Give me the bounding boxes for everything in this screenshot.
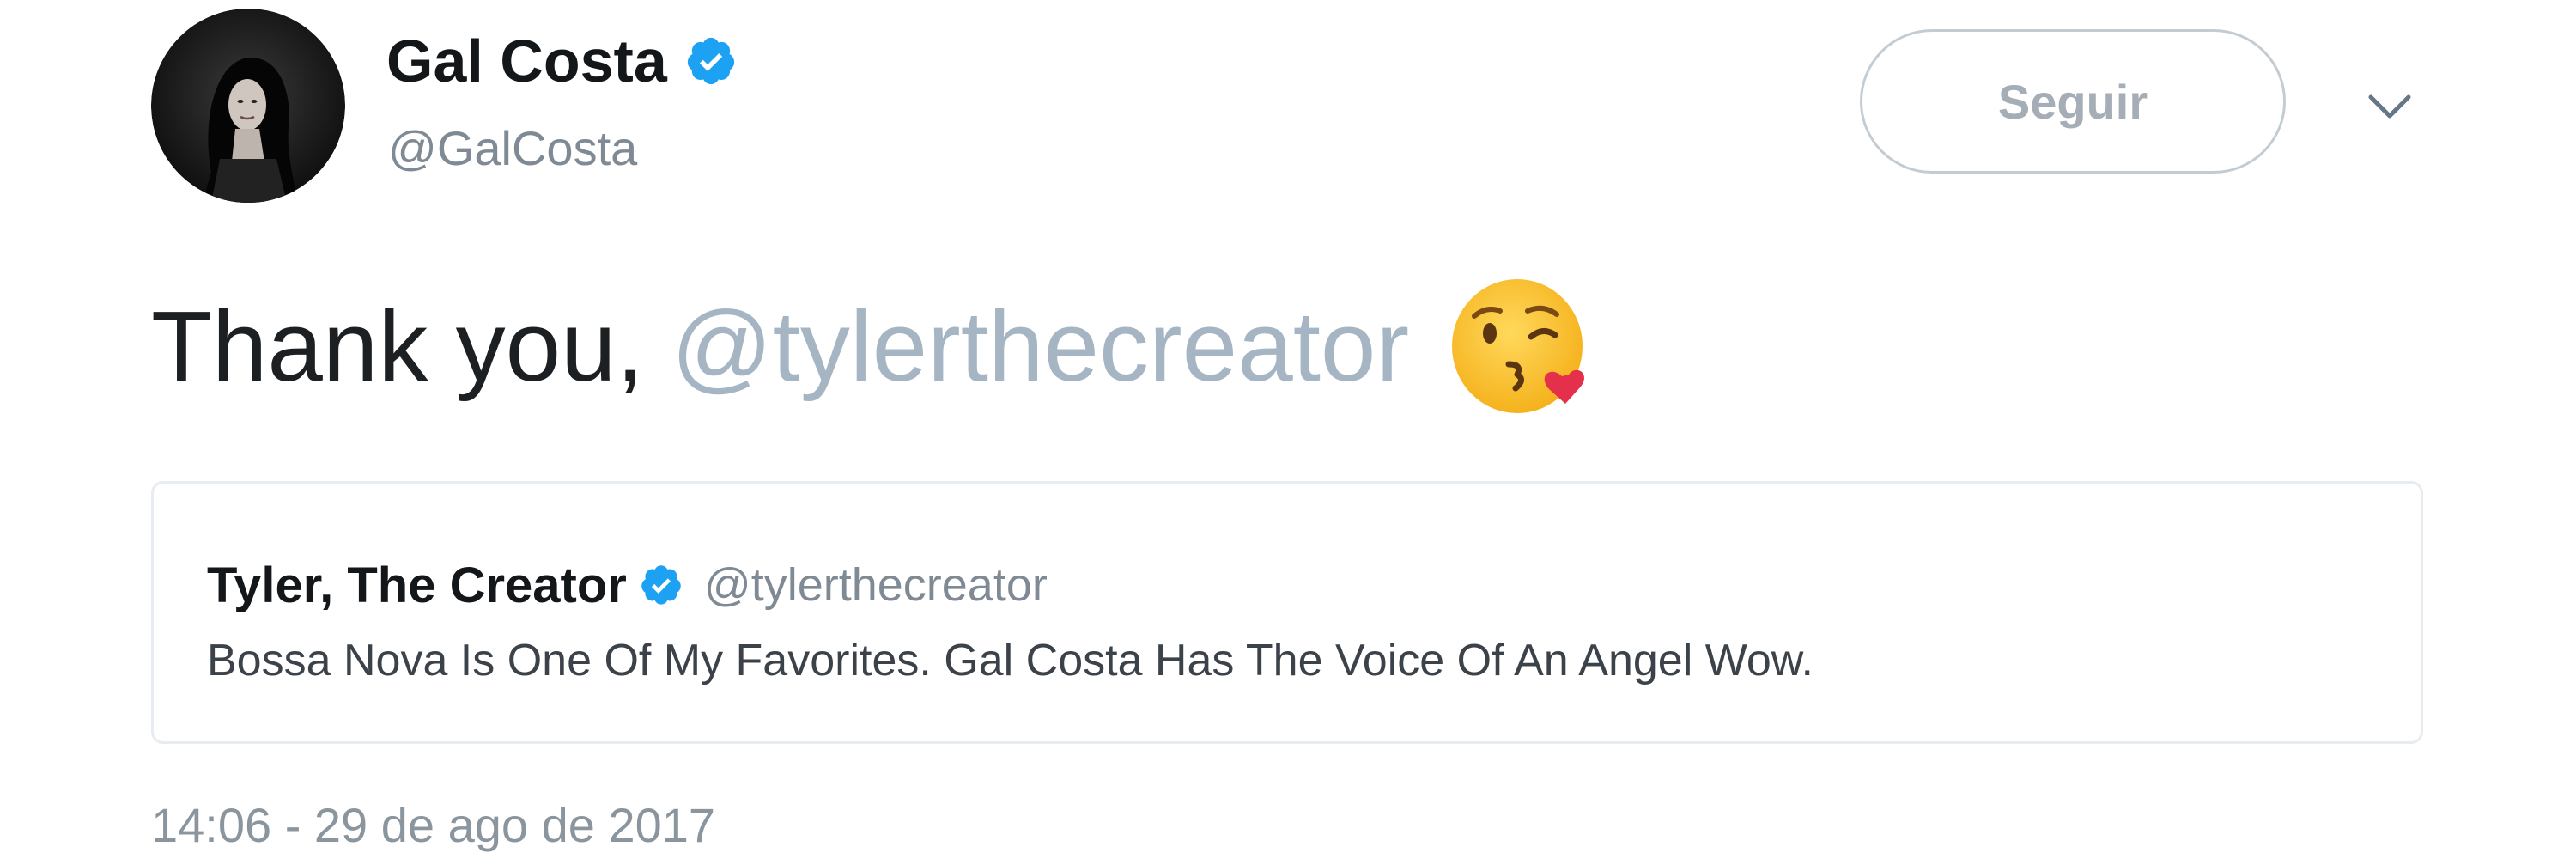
quoted-tweet-header: Tyler, The Creator @tylerthecreator [207,551,1048,619]
kissing-face-emoji-icon [1449,275,1595,417]
quoted-tweet-display-name: Tyler, The Creator [207,557,627,613]
more-options-button[interactable] [2351,77,2428,137]
tweet-mention-link[interactable]: @tylerthecreator [671,289,1409,404]
quoted-tweet-card[interactable]: Tyler, The Creator @tylerthecreator Boss… [151,481,2423,744]
tweet-timestamp[interactable]: 14:06 - 29 de ago de 2017 [151,797,715,853]
quoted-tweet-handle: @tylerthecreator [703,559,1048,611]
verified-badge-icon [684,34,738,88]
profile-photo [151,9,345,203]
quoted-tweet-text: Bossa Nova Is One Of My Favorites. Gal C… [207,636,1814,685]
chevron-down-icon [2368,94,2411,119]
author-name-row[interactable]: Gal Costa [386,24,738,98]
follow-button[interactable]: Seguir [1860,29,2286,174]
author-handle[interactable]: @GalCosta [388,120,637,176]
follow-button-label: Seguir [1997,74,2148,129]
tweet-text-body: Thank you, [151,290,644,402]
author-avatar[interactable] [151,9,345,203]
quoted-verified-badge-icon [639,563,683,607]
author-display-name[interactable]: Gal Costa [386,27,667,95]
tweet-text: Thank you, @tylerthecreator [151,273,1595,419]
